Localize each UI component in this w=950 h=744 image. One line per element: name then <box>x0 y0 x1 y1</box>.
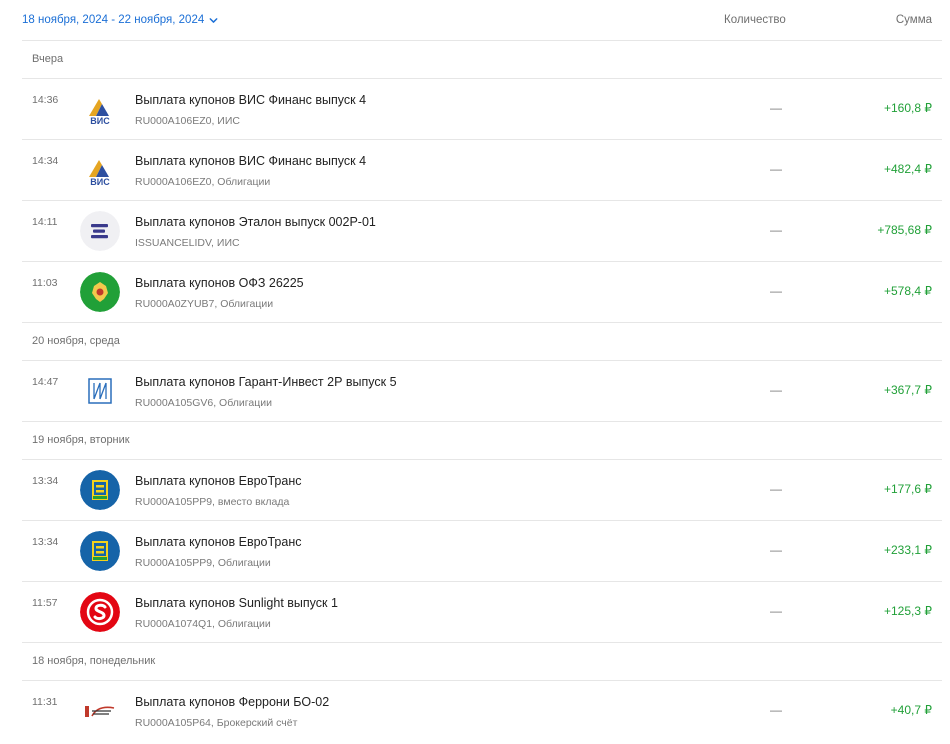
chevron-down-icon <box>209 17 218 23</box>
operation-quantity: — <box>770 383 782 397</box>
operation-subtitle: RU000A105PP9, вместо вклада <box>135 496 290 508</box>
operation-amount: +482,4 ₽ <box>883 162 932 176</box>
operation-quantity: — <box>770 223 782 237</box>
operation-quantity: — <box>770 482 782 496</box>
svg-text:ВИС: ВИС <box>90 116 110 126</box>
operation-row[interactable]: 13:34 Выплата купонов ЕвроТранс RU000A105P… <box>22 521 942 582</box>
operation-subtitle: RU000A1074Q1, Облигации <box>135 618 271 630</box>
operation-title: Выплата купонов Эталон выпуск 002Р-01 <box>135 215 376 229</box>
operation-quantity: — <box>770 284 782 298</box>
operation-time: 14:36 <box>32 94 59 106</box>
operation-time: 11:57 <box>32 597 58 609</box>
operation-amount: +177,6 ₽ <box>883 482 932 496</box>
column-header-sum: Сумма <box>895 14 932 26</box>
operation-quantity: — <box>770 162 782 176</box>
date-group-label: 19 ноября, вторник <box>22 422 942 460</box>
operation-row[interactable]: 14:11 Выплата купонов Эталон выпуск 002Р-… <box>22 201 942 262</box>
operation-time: 14:11 <box>32 216 58 228</box>
operation-subtitle: RU000A105GV6, Облигации <box>135 397 272 409</box>
operation-groups: Вчера 14:36 ВИС Выплата купонов ВИС Финанс … <box>22 41 942 742</box>
operation-time: 13:34 <box>32 536 59 548</box>
operation-title: Выплата купонов ЕвроТранс <box>135 535 302 549</box>
operation-time: 14:34 <box>32 155 59 167</box>
operation-title: Выплата купонов ВИС Финанс выпуск 4 <box>135 93 367 107</box>
operation-subtitle: RU000A106EZ0, Облигации <box>135 176 271 188</box>
operation-subtitle: RU000A106EZ0, ИИС <box>135 115 240 127</box>
garant-invest-logo <box>80 371 120 411</box>
operation-title: Выплата купонов ЕвроТранс <box>135 474 302 488</box>
operation-amount: +785,68 ₽ <box>877 223 932 237</box>
operation-quantity: — <box>770 543 782 557</box>
operation-time: 11:31 <box>32 696 58 708</box>
operation-subtitle: RU000A0ZYUB7, Облигации <box>135 298 274 310</box>
operation-time: 11:03 <box>32 277 58 289</box>
operation-title: Выплата купонов Феррони БО-02 <box>135 695 330 709</box>
operation-amount: +160,8 ₽ <box>883 101 932 115</box>
etalon-logo <box>80 211 120 251</box>
operation-title: Выплата купонов Гарант-Инвест 2Р выпуск … <box>135 375 397 389</box>
operation-time: 13:34 <box>32 475 59 487</box>
svg-text:ВИС: ВИС <box>90 177 110 187</box>
operation-row[interactable]: 13:34 Выплата купонов ЕвроТранс RU000A105P… <box>22 460 942 521</box>
operation-title: Выплата купонов ОФЗ 26225 <box>135 276 304 290</box>
operation-row[interactable]: 14:34 ВИС Выплата купонов ВИС Финанс выпус… <box>22 140 942 201</box>
operation-amount: +367,7 ₽ <box>883 383 932 397</box>
ferroni-logo <box>80 691 120 731</box>
operation-quantity: — <box>770 101 782 115</box>
operation-title: Выплата купонов Sunlight выпуск 1 <box>135 596 338 610</box>
ofz-emblem-logo <box>80 272 120 312</box>
operation-quantity: — <box>770 604 782 618</box>
eurotrans-logo <box>80 531 120 571</box>
date-group-label: 20 ноября, среда <box>22 323 942 361</box>
operations-list: 18 ноября, 2024 - 22 ноября, 2024 Количе… <box>22 0 942 742</box>
date-group-label: 18 ноября, понедельник <box>22 643 942 681</box>
eurotrans-logo <box>80 470 120 510</box>
operation-amount: +125,3 ₽ <box>883 604 932 618</box>
list-header: 18 ноября, 2024 - 22 ноября, 2024 Количе… <box>22 0 942 41</box>
operation-quantity: — <box>770 703 782 717</box>
operation-amount: +578,4 ₽ <box>883 284 932 298</box>
sunlight-logo <box>80 592 120 632</box>
operation-title: Выплата купонов ВИС Финанс выпуск 4 <box>135 154 367 168</box>
column-header-quantity: Количество <box>724 14 786 26</box>
vis-logo: ВИС <box>80 150 120 190</box>
operation-row[interactable]: 11:31 Выплата купонов Феррони БО-02 RU000A… <box>22 681 942 742</box>
date-range-selector[interactable]: 18 ноября, 2024 - 22 ноября, 2024 <box>22 14 219 26</box>
operation-row[interactable]: 14:36 ВИС Выплата купонов ВИС Финанс выпус… <box>22 79 942 140</box>
operation-subtitle: RU000A105PP9, Облигации <box>135 557 271 569</box>
operation-subtitle: RU000A105P64, Брокерский счёт <box>135 717 298 729</box>
operation-amount: +233,1 ₽ <box>883 543 932 557</box>
date-range-label: 18 ноября, 2024 - 22 ноября, 2024 <box>22 14 205 26</box>
date-group-label: Вчера <box>22 41 942 79</box>
operation-row[interactable]: 11:57 Выплата купонов Sunlight выпуск 1 RU… <box>22 582 942 643</box>
operation-time: 14:47 <box>32 376 59 388</box>
operation-subtitle: ISSUANCELIDV, ИИС <box>135 237 240 249</box>
operation-row[interactable]: 14:47 Выплата купонов Гарант-Инвест 2Р вы… <box>22 361 942 422</box>
operation-row[interactable]: 11:03 Выплата купонов ОФЗ 26225 RU000A0ZYU… <box>22 262 942 323</box>
operation-amount: +40,7 ₽ <box>890 703 932 717</box>
vis-logo: ВИС <box>80 89 120 129</box>
